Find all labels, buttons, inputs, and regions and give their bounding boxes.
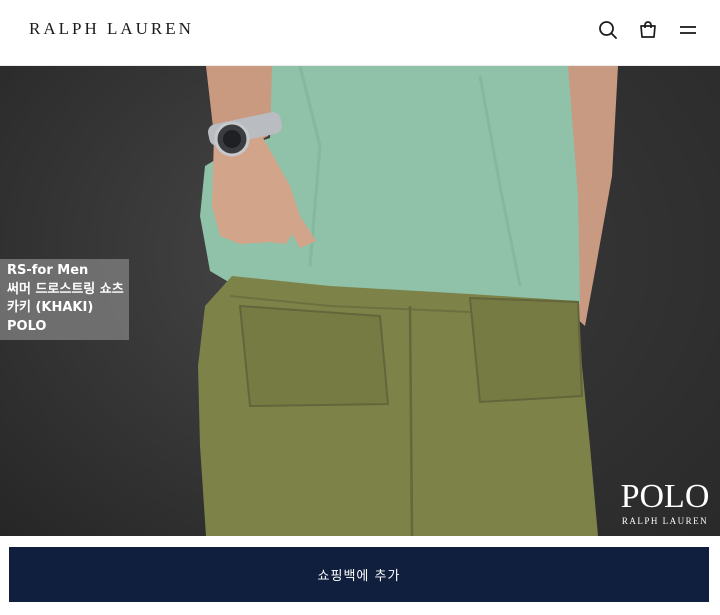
polo-ralph-lauren-logo: POLO RALPH LAUREN	[617, 478, 713, 527]
add-to-bag-button[interactable]: 쇼핑백에 추가	[9, 547, 709, 602]
hamburger-menu-icon[interactable]	[676, 18, 700, 42]
shopping-bag-icon[interactable]	[636, 18, 660, 42]
caption-line-color: 카키 (KHAKI)	[7, 300, 94, 315]
search-icon[interactable]	[596, 18, 620, 42]
product-hero-image[interactable]: RS-for Men 써머 드로스트링 쇼츠 카키 (KHAKI) POLO P…	[0, 66, 720, 536]
caption-line-category: RS-for Men	[7, 263, 89, 278]
top-header: RALPH LAUREN	[0, 0, 720, 66]
product-caption: RS-for Men 써머 드로스트링 쇼츠 카키 (KHAKI) POLO	[0, 259, 129, 340]
polo-logo-word: POLO	[620, 478, 710, 515]
caption-line-product-name: 써머 드로스트링 쇼츠	[7, 281, 124, 297]
brand-logo[interactable]: RALPH LAUREN	[29, 19, 194, 39]
caption-line-brand: POLO	[7, 318, 47, 334]
polo-logo-sub: RALPH LAUREN	[621, 516, 709, 526]
bottom-action-bar: 쇼핑백에 추가	[0, 536, 720, 615]
